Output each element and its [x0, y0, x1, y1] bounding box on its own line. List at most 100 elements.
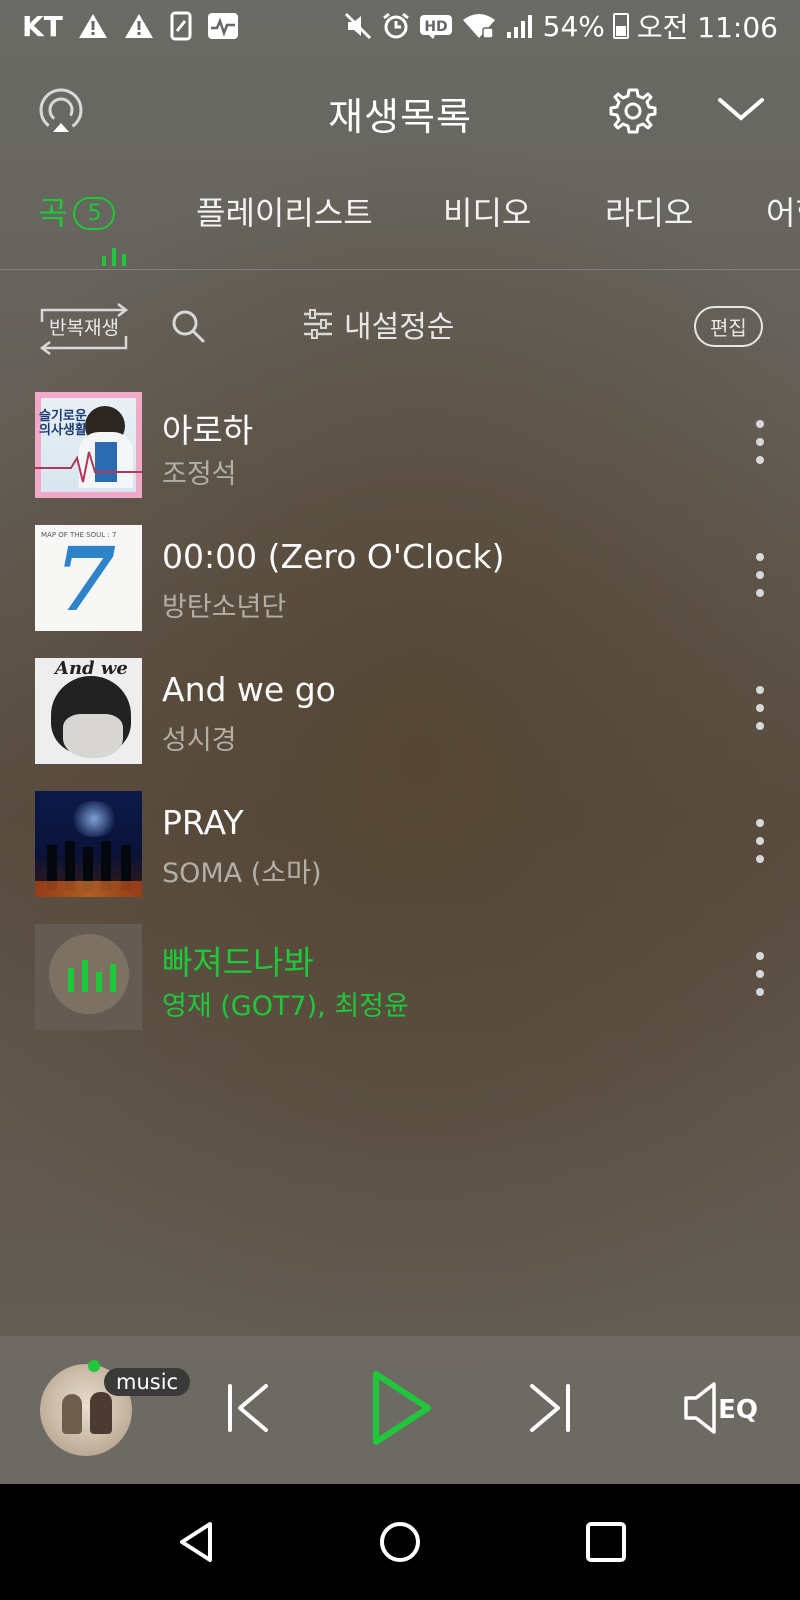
back-button[interactable] — [176, 1520, 216, 1568]
tab-playlists[interactable]: 플레이리스트 — [196, 188, 373, 234]
repeat-label: 반복재생 — [49, 317, 119, 339]
song-row[interactable]: PRAY SOMA (소마) — [0, 789, 800, 922]
back-icon — [180, 1522, 212, 1562]
album-art: 슬기로운 의사생활 — [35, 392, 142, 498]
album-art-text: And we — [55, 658, 128, 679]
more-dot-icon — [756, 438, 764, 446]
tab-language[interactable]: 어학 — [766, 188, 800, 234]
song-list: 슬기로운 의사생활 아로하 조정석 MAP OF THE SOUL : 7 7 … — [0, 390, 800, 1055]
home-icon — [380, 1522, 420, 1562]
more-dot-icon — [756, 456, 764, 464]
clock: 오전 11:06 — [636, 11, 778, 44]
chevron-down-icon — [718, 98, 764, 121]
play-button[interactable] — [370, 1368, 434, 1452]
more-dot-icon — [756, 704, 764, 712]
sliders-icon — [304, 309, 332, 339]
tab-songs[interactable]: 곡5 — [38, 188, 126, 266]
album-art: MAP OF THE SOUL : 7 7 — [35, 525, 142, 631]
skip-next-icon — [530, 1384, 570, 1432]
tab-videos[interactable]: 비디오 — [443, 188, 531, 234]
more-options-button[interactable] — [748, 819, 772, 863]
page-title: 재생목록 — [328, 95, 472, 139]
mute-icon — [343, 11, 373, 41]
more-options-button[interactable] — [748, 553, 772, 597]
more-options-button[interactable] — [748, 420, 772, 464]
gear-icon — [609, 88, 657, 134]
more-dot-icon — [756, 420, 764, 428]
speaker-eq-icon: EQ — [684, 1382, 758, 1434]
album-art-number: 7 — [55, 527, 117, 631]
svg-text:EQ: EQ — [718, 1395, 758, 1425]
more-dot-icon — [756, 988, 764, 996]
more-dot-icon — [756, 855, 764, 863]
now-playing-equalizer-icon — [68, 960, 116, 992]
song-title: 아로하 — [162, 411, 254, 450]
recents-button[interactable] — [584, 1520, 628, 1568]
song-title: PRAY — [162, 803, 244, 842]
song-row[interactable]: 슬기로운 의사생활 아로하 조정석 — [0, 390, 800, 523]
more-dot-icon — [756, 970, 764, 978]
more-dot-icon — [756, 553, 764, 561]
status-bar: KT HD 54% 오전 11:06 — [0, 0, 800, 52]
song-artist: SOMA (소마) — [162, 858, 322, 889]
sort-label: 내설정순 — [344, 310, 455, 345]
edit-button[interactable]: 편집 — [694, 306, 763, 347]
music-badge: music — [104, 1368, 191, 1396]
more-dot-icon — [756, 589, 764, 597]
more-dot-icon — [756, 837, 764, 845]
next-button[interactable] — [524, 1382, 576, 1438]
album-art: And we — [35, 658, 142, 764]
song-row-now-playing[interactable]: 빠져드나봐 영재 (GOT7), 최정윤 — [0, 922, 800, 1055]
recents-icon — [586, 1522, 626, 1562]
carrier-label: KT — [22, 9, 63, 43]
song-row[interactable]: MAP OF THE SOUL : 7 7 00:00 (Zero O'Cloc… — [0, 523, 800, 656]
phone-icon — [169, 11, 193, 41]
sort-button[interactable]: 내설정순 — [302, 302, 454, 346]
equalizer-icon — [102, 248, 126, 266]
player-bar: music EQ — [0, 1336, 800, 1484]
search-icon — [172, 310, 205, 343]
battery-icon — [612, 13, 629, 39]
album-art — [35, 791, 142, 897]
home-button[interactable] — [378, 1520, 422, 1568]
svg-text:HD: HD — [424, 19, 447, 35]
warning-icon — [123, 12, 155, 40]
tab-bar: 곡5 플레이리스트 비디오 라디오 어학 — [0, 180, 800, 270]
status-dot — [88, 1360, 100, 1372]
music-app-screen: KT HD 54% 오전 11:06 재생목록 곡 5 플레이리스트 비디오 라… — [0, 0, 800, 1484]
list-toolbar: 반복재생 내설정순 편집 — [0, 298, 800, 358]
more-dot-icon — [756, 571, 764, 579]
song-artist: 성시경 — [162, 725, 237, 756]
alarm-icon — [381, 11, 411, 41]
repeat-button[interactable]: 반복재생 — [36, 302, 132, 355]
collapse-button[interactable] — [716, 90, 766, 130]
skip-previous-icon — [228, 1384, 268, 1432]
search-button[interactable] — [170, 308, 206, 344]
play-icon — [373, 1371, 431, 1445]
song-title: 빠져드나봐 — [162, 943, 314, 982]
wifi-icon — [461, 12, 497, 40]
tab-label: 곡 — [38, 194, 68, 232]
song-artist: 방탄소년단 — [162, 592, 287, 623]
more-options-button[interactable] — [748, 952, 772, 996]
song-artist: 조정석 — [162, 459, 237, 490]
previous-button[interactable] — [222, 1382, 274, 1438]
song-row[interactable]: And we And we go 성시경 — [0, 656, 800, 789]
system-nav-bar — [0, 1484, 800, 1600]
hd-icon: HD — [419, 12, 453, 40]
more-options-button[interactable] — [748, 686, 772, 730]
song-artist: 영재 (GOT7), 최정윤 — [162, 991, 409, 1022]
warning-icon — [77, 12, 109, 40]
song-title: 00:00 (Zero O'Clock) — [162, 537, 505, 576]
album-art — [35, 924, 142, 1030]
more-dot-icon — [756, 686, 764, 694]
settings-button[interactable] — [608, 86, 658, 136]
activity-icon — [207, 12, 239, 40]
tab-radio[interactable]: 라디오 — [605, 188, 693, 234]
eq-button[interactable]: EQ — [682, 1380, 762, 1440]
more-dot-icon — [756, 952, 764, 960]
more-dot-icon — [756, 722, 764, 730]
signal-icon — [505, 12, 535, 40]
battery-percent: 54% — [542, 9, 605, 43]
song-count-badge: 5 — [73, 197, 116, 230]
